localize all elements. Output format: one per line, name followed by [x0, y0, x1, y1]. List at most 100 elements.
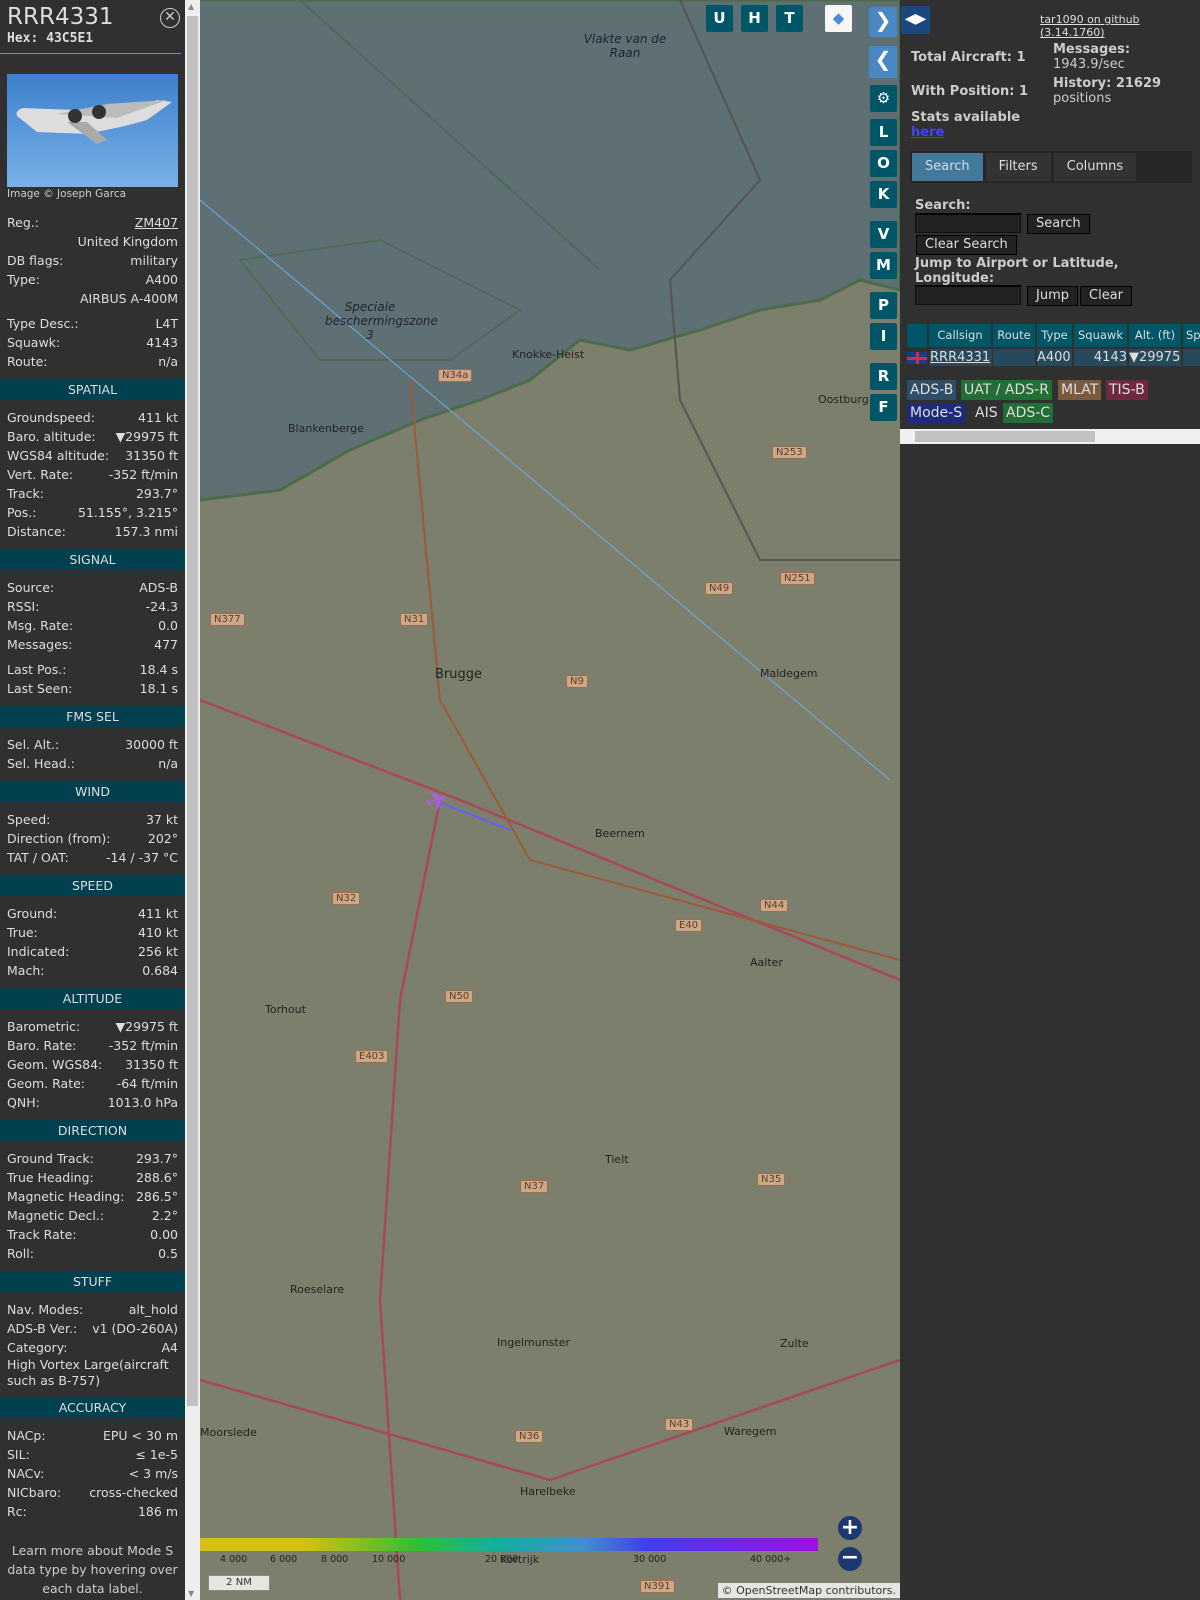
info-label: QNH:	[7, 1095, 40, 1110]
badge-adsc[interactable]: ADS-C	[1003, 403, 1054, 423]
road-label: N43	[665, 1418, 694, 1431]
column-header-type[interactable]: Type	[1037, 324, 1072, 347]
altitude-cell: ▼29975	[1129, 349, 1181, 366]
info-row: Source: ADS-B	[0, 578, 185, 597]
info-label: Mach:	[7, 963, 45, 978]
place-label: Brugge	[435, 667, 483, 682]
map-button-l[interactable]: L	[870, 119, 897, 146]
badge-adsb[interactable]: ADS-B	[907, 380, 957, 400]
info-label: WGS84 altitude:	[7, 448, 110, 463]
info-value: 31350 ft	[125, 448, 178, 463]
place-label: Vlakte van de Raan	[583, 32, 667, 60]
info-value: 477	[154, 637, 178, 652]
divider	[0, 53, 181, 54]
clear-button[interactable]: Clear	[1080, 286, 1132, 306]
map-base	[200, 0, 900, 1600]
search-button[interactable]: Search	[1027, 214, 1090, 234]
info-row: Barometric: ▼29975 ft	[0, 1017, 185, 1036]
map-button-t[interactable]: T	[776, 5, 803, 32]
expand-right-button[interactable]: ❯	[869, 7, 897, 37]
tab-columns[interactable]: Columns	[1053, 153, 1137, 181]
map-button-v[interactable]: V	[870, 221, 897, 248]
registration-link[interactable]: ZM407	[135, 213, 178, 232]
clear-search-button[interactable]: Clear Search	[916, 235, 1017, 255]
info-row: Ground Track: 293.7°	[0, 1149, 185, 1168]
map-button-o[interactable]: O	[870, 150, 897, 177]
map-view[interactable]: ✈ Vlakte van de Raan Speciale bescherming…	[200, 0, 900, 1600]
zoom-out-button[interactable]: −	[838, 1547, 862, 1571]
map-button-r[interactable]: R	[870, 363, 897, 390]
settings-gear-icon[interactable]: ⚙	[870, 85, 897, 112]
badge-uat-adsr[interactable]: UAT / ADS-R	[961, 380, 1052, 400]
column-header-squawk[interactable]: Squawk	[1074, 324, 1127, 347]
right-panel: ◀▶ tar1090 on github (3.14.1760) Total A…	[900, 0, 1200, 1600]
badge-mlat[interactable]: MLAT	[1058, 380, 1102, 400]
toggle-panel-icon[interactable]: ◀▶	[901, 6, 930, 34]
map-button-h[interactable]: H	[741, 5, 768, 32]
legend-tick: 8 000	[321, 1554, 349, 1565]
info-row: Speed: 37 kt	[0, 810, 185, 829]
column-header-speed[interactable]: Sp	[1183, 324, 1200, 347]
close-icon[interactable]: ✕	[160, 8, 180, 28]
place-label: Beernem	[595, 827, 645, 840]
aircraft-photo[interactable]	[7, 74, 178, 187]
place-label: Blankenberge	[288, 422, 364, 435]
info-label: Track Rate:	[7, 1227, 77, 1242]
info-value: 2.2°	[151, 1208, 178, 1223]
info-value: 293.7°	[135, 1151, 178, 1166]
info-value: EPU < 30 m	[102, 1428, 178, 1443]
altitude-color-legend	[200, 1538, 818, 1551]
info-value: 256 kt	[138, 944, 178, 959]
jump-input[interactable]	[915, 285, 1021, 305]
road-label: N49	[705, 582, 734, 595]
sidebar-scrollbar[interactable]: ▲ ▼	[185, 0, 200, 1600]
info-label: Source:	[7, 580, 55, 595]
github-link[interactable]: tar1090 on github (3.14.1760)	[1040, 13, 1200, 39]
tab-search[interactable]: Search	[912, 153, 983, 181]
map-button-m[interactable]: M	[870, 252, 897, 279]
info-label: Sel. Head.:	[7, 756, 75, 771]
badge-ais[interactable]: AIS	[972, 403, 1001, 423]
info-label: Rc:	[7, 1504, 27, 1519]
callsign-link[interactable]: RRR4331	[930, 349, 992, 366]
collapse-left-button[interactable]: ❮	[869, 46, 897, 78]
column-header-flag[interactable]	[907, 324, 927, 347]
info-row: Track Rate: 0.00	[0, 1225, 185, 1244]
info-value: -24.3	[145, 599, 178, 614]
layers-icon[interactable]: ◆	[825, 5, 852, 32]
jump-button[interactable]: Jump	[1027, 286, 1078, 306]
map-button-f[interactable]: F	[870, 394, 897, 421]
info-value: 411 kt	[138, 410, 178, 425]
column-header-route[interactable]: Route	[993, 324, 1035, 347]
zoom-in-button[interactable]: +	[838, 1516, 862, 1540]
badge-modes[interactable]: Mode-S	[907, 403, 966, 423]
category-description: High Vortex Large(aircraft such as B-757…	[7, 1357, 169, 1388]
tab-filters[interactable]: Filters	[985, 153, 1051, 181]
route-cell	[993, 349, 1035, 366]
info-label: Roll:	[7, 1246, 34, 1261]
callsign-title: RRR4331	[7, 4, 114, 30]
info-value: < 3 m/s	[128, 1466, 178, 1481]
info-value: 4143	[146, 335, 178, 350]
info-label: Magnetic Decl.:	[7, 1208, 105, 1223]
map-button-p[interactable]: P	[870, 292, 897, 319]
info-value: -64 ft/min	[116, 1076, 178, 1091]
stats-link[interactable]: here	[911, 125, 944, 140]
info-row: Roll: 0.5	[0, 1244, 185, 1263]
map-button-k[interactable]: K	[870, 181, 897, 208]
info-row: Magnetic Decl.: 2.2°	[0, 1206, 185, 1225]
aircraft-info-sidebar: RRR4331 Hex: 43C5E1 ✕ Image © Joseph Gar…	[0, 0, 185, 1600]
place-label: Maldegem	[760, 667, 818, 680]
place-label: Speciale beschermingszone 3	[325, 300, 438, 342]
search-input[interactable]	[915, 213, 1021, 233]
horizontal-scrollbar[interactable]	[900, 429, 1200, 444]
column-header-altitude[interactable]: Alt. (ft)	[1129, 324, 1181, 347]
map-attribution[interactable]: © OpenStreetMap contributors.	[717, 1583, 900, 1598]
column-header-callsign[interactable]: Callsign	[929, 324, 991, 347]
road-label: N35	[757, 1173, 786, 1186]
badge-tisb[interactable]: TIS-B	[1106, 380, 1148, 400]
map-button-u[interactable]: U	[706, 5, 733, 32]
info-label: NACp:	[7, 1428, 46, 1443]
map-button-i[interactable]: I	[870, 323, 897, 350]
info-value: 31350 ft	[125, 1057, 178, 1072]
